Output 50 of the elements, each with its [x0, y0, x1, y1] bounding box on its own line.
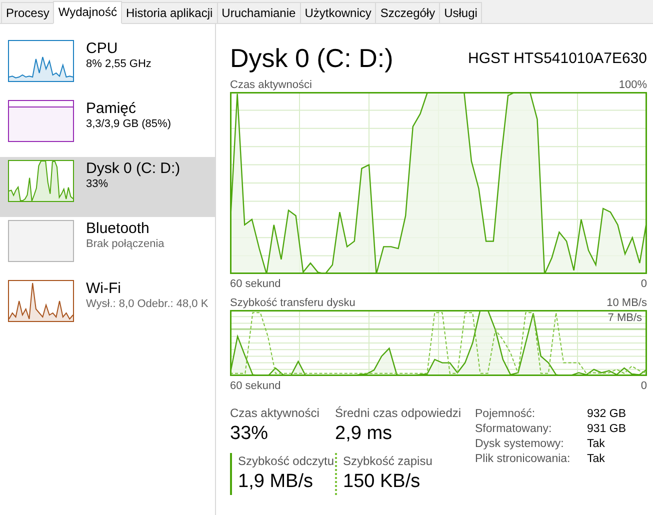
sidebar-item[interactable]: Wi-Fi Wysł.: 8,0 Odebr.: 48,0 K [0, 277, 215, 337]
device-name: Wi-Fi [86, 280, 122, 298]
time-span-label: 60 sekund [230, 277, 281, 291]
device-detail: 8% 2,55 GHz [86, 58, 152, 70]
device-detail: Wysł.: 8,0 Odebr.: 48,0 K [86, 298, 208, 310]
property-label: Pojemność: [475, 408, 536, 420]
device-detail: Brak połączenia [86, 238, 164, 250]
device-name: Pamięć [86, 100, 138, 118]
sidebar-item[interactable]: CPU 8% 2,55 GHz [0, 37, 215, 97]
chart-label: Szybkość transferu dysku [230, 296, 356, 310]
stat-value: 33% [230, 422, 270, 446]
tab[interactable]: Procesy [1, 2, 54, 23]
sidebar-item[interactable]: Bluetooth Brak połączenia [0, 217, 215, 277]
property-label: Sformatowany: [475, 423, 553, 435]
sidebar-item[interactable]: Pamięć 3,3/3,9 GB (85%) [0, 97, 215, 157]
stat-label: Średni czas odpowiedzi [335, 405, 462, 421]
disk-model: HGST HTS541010A7E630 [468, 50, 647, 66]
usage-thumbnail [8, 160, 74, 202]
stat-label: Szybkość zapisu [343, 453, 434, 469]
chart-min-label: 0 [640, 379, 647, 393]
sidebar-item[interactable]: Dysk 0 (C: D:) 33% [0, 157, 215, 217]
stat-label: Czas aktywności [230, 405, 320, 421]
chart-label: Czas aktywności [230, 78, 312, 92]
device-name: CPU [86, 40, 119, 58]
stat-value: 150 KB/s [343, 470, 422, 494]
device-name: Dysk 0 (C: D:) [86, 160, 180, 178]
chart-max-label: 100% [618, 78, 647, 92]
property-value: Tak [587, 453, 606, 465]
property-value: Tak [587, 438, 606, 450]
usage-thumbnail [8, 100, 74, 142]
tab[interactable]: Wydajność [53, 1, 122, 24]
stat-label: Szybkość odczytu [238, 453, 335, 469]
property-label: Dysk systemowy: [475, 438, 565, 450]
property-label: Plik stronicowania: [475, 453, 572, 465]
disk-title: Dysk 0 (C: D:) [230, 42, 394, 74]
usage-thumbnail [8, 40, 74, 82]
device-name: Bluetooth [86, 220, 150, 238]
scale-marker-label: 7 MB/s [608, 312, 642, 324]
chart-max-label: 10 MB/s [606, 296, 647, 310]
tab[interactable]: Usługi [439, 2, 482, 23]
time-span-label: 60 sekund [230, 379, 281, 393]
stat-value: 2,9 ms [335, 422, 394, 446]
device-detail: 3,3/3,9 GB (85%) [86, 118, 171, 130]
property-value: 932 GB [587, 408, 626, 420]
usage-thumbnail [8, 280, 74, 322]
usage-thumbnail [8, 220, 74, 262]
device-detail: 33% [86, 178, 110, 190]
property-value: 931 GB [587, 423, 626, 435]
stat-value: 1,9 MB/s [238, 470, 314, 494]
chart-min-label: 0 [640, 277, 647, 291]
